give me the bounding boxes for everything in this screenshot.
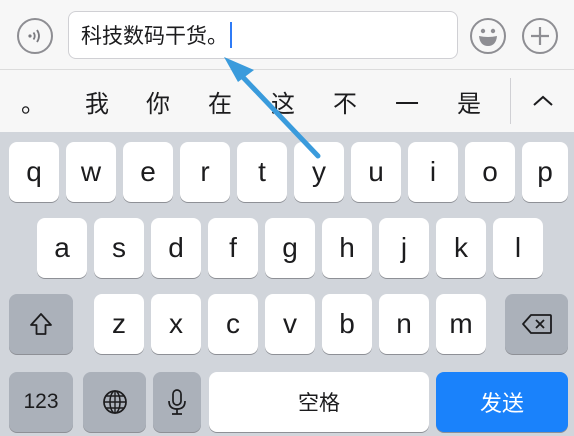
- key-k[interactable]: k: [436, 218, 486, 278]
- send-key[interactable]: 发送: [436, 372, 568, 432]
- key-c[interactable]: c: [208, 294, 258, 354]
- message-input[interactable]: 科技数码干货。: [68, 11, 458, 59]
- plus-icon: [531, 27, 549, 45]
- key-d[interactable]: d: [151, 218, 201, 278]
- space-key[interactable]: 空格: [209, 372, 429, 432]
- voice-button[interactable]: [17, 18, 53, 54]
- numbers-key[interactable]: 123: [9, 372, 73, 432]
- key-h[interactable]: h: [322, 218, 372, 278]
- key-a[interactable]: a: [37, 218, 87, 278]
- candidate-item[interactable]: 你: [133, 70, 183, 132]
- key-t[interactable]: t: [237, 142, 287, 202]
- candidate-item[interactable]: 是: [444, 70, 494, 132]
- emoji-button[interactable]: [470, 18, 506, 54]
- expand-candidates-button[interactable]: [512, 70, 574, 132]
- key-m[interactable]: m: [436, 294, 486, 354]
- key-n[interactable]: n: [379, 294, 429, 354]
- keyboard: q w e r t y u i o p a s d f g h j k l z …: [0, 132, 574, 436]
- key-z[interactable]: z: [94, 294, 144, 354]
- delete-key[interactable]: [505, 294, 568, 354]
- key-y[interactable]: y: [294, 142, 344, 202]
- key-o[interactable]: o: [465, 142, 515, 202]
- key-f[interactable]: f: [208, 218, 258, 278]
- key-r[interactable]: r: [180, 142, 230, 202]
- key-b[interactable]: b: [322, 294, 372, 354]
- candidate-item[interactable]: 这: [258, 70, 308, 132]
- microphone-icon: [168, 389, 186, 415]
- candidate-item[interactable]: 在: [195, 70, 245, 132]
- key-l[interactable]: l: [493, 218, 543, 278]
- candidate-item[interactable]: 一: [382, 70, 432, 132]
- candidate-bar: 。 我 你 在 这 不 一 是: [0, 70, 574, 132]
- globe-icon: [102, 390, 127, 414]
- key-s[interactable]: s: [94, 218, 144, 278]
- globe-key[interactable]: [83, 372, 146, 432]
- candidate-divider: [510, 78, 511, 124]
- key-u[interactable]: u: [351, 142, 401, 202]
- key-v[interactable]: v: [265, 294, 315, 354]
- more-button[interactable]: [522, 18, 558, 54]
- candidate-item[interactable]: 我: [72, 70, 122, 132]
- voice-icon: [28, 29, 40, 43]
- shift-key[interactable]: [9, 294, 73, 354]
- text-caret: [230, 22, 232, 48]
- delete-icon: [521, 314, 552, 334]
- key-w[interactable]: w: [66, 142, 116, 202]
- shift-icon: [30, 313, 52, 335]
- message-input-text: 科技数码干货。: [81, 24, 228, 48]
- key-x[interactable]: x: [151, 294, 201, 354]
- emoji-icon: [479, 28, 497, 46]
- key-j[interactable]: j: [379, 218, 429, 278]
- key-e[interactable]: e: [123, 142, 173, 202]
- microphone-key[interactable]: [153, 372, 201, 432]
- key-g[interactable]: g: [265, 218, 315, 278]
- key-q[interactable]: q: [9, 142, 59, 202]
- candidate-item[interactable]: 。: [8, 70, 58, 132]
- candidate-item[interactable]: 不: [320, 70, 370, 132]
- key-i[interactable]: i: [408, 142, 458, 202]
- input-bar: 科技数码干货。: [0, 0, 574, 70]
- chevron-up-icon: [533, 95, 553, 106]
- key-p[interactable]: p: [522, 142, 568, 202]
